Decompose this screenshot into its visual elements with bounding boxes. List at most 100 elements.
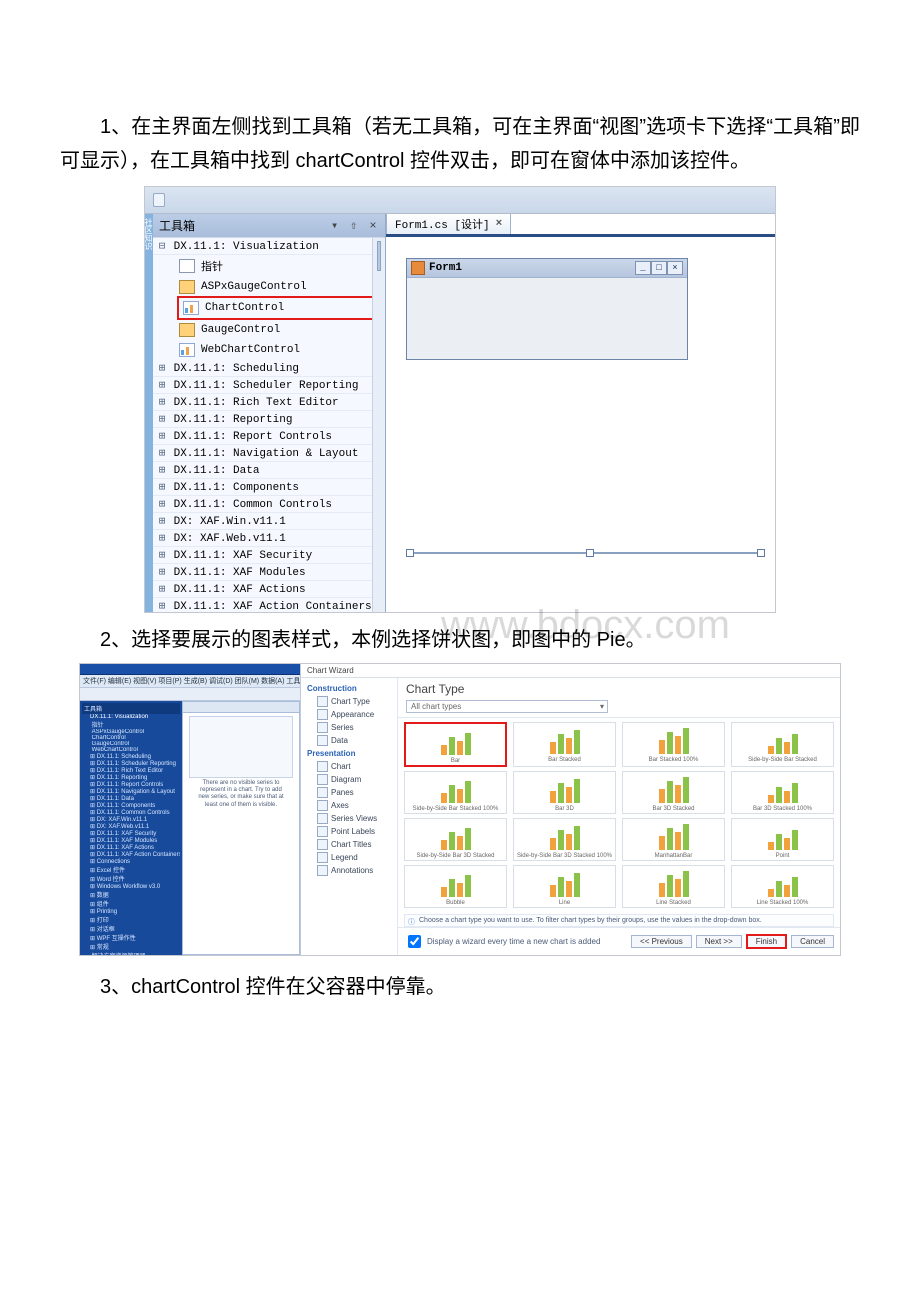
- toolbox-group[interactable]: DX.11.1: Components: [153, 479, 385, 496]
- mini-toolbox-group[interactable]: ⊞ WPF 互操作性: [82, 933, 180, 942]
- toolbox-group[interactable]: DX.11.1: XAF Modules: [153, 564, 385, 581]
- nav-item[interactable]: Axes: [301, 799, 397, 812]
- show-wizard-checkbox[interactable]: Display a wizard every time a new chart …: [404, 932, 600, 951]
- chart-type-tile[interactable]: Side-by-Side Bar 3D Stacked: [404, 818, 507, 861]
- toolbox-group[interactable]: DX.11.1: Reporting: [153, 411, 385, 428]
- chart-type-tile[interactable]: Line Stacked: [622, 865, 725, 908]
- mini-toolbox-group[interactable]: ⊞ Excel 控件: [82, 865, 180, 874]
- nav-item[interactable]: Series: [301, 721, 397, 734]
- finish-button[interactable]: Finish: [746, 934, 787, 949]
- toolbox-group[interactable]: DX.11.1: Report Controls: [153, 428, 385, 445]
- toolbox-dropdown-icon[interactable]: ▾: [329, 218, 341, 233]
- nav-item[interactable]: Chart Type: [301, 695, 397, 708]
- nav-item[interactable]: Diagram: [301, 773, 397, 786]
- mini-toolbox-group[interactable]: ⊞ DX.11.1: Components: [82, 802, 180, 809]
- nav-item[interactable]: Appearance: [301, 708, 397, 721]
- toolbox-title-bar[interactable]: 工具箱 ▾ ⇧ ×: [153, 214, 385, 237]
- nav-item[interactable]: Point Labels: [301, 825, 397, 838]
- designer-surface[interactable]: Form1.cs [设计] × Form1 _ □ ×: [386, 214, 775, 612]
- nav-item[interactable]: Data: [301, 734, 397, 747]
- cancel-button[interactable]: Cancel: [791, 935, 834, 948]
- chart-type-tile[interactable]: Bubble: [404, 865, 507, 908]
- form-designer-window[interactable]: Form1 _ □ ×: [406, 258, 688, 360]
- chart-type-tile[interactable]: Bar: [404, 722, 507, 767]
- toolbox-group-visualization[interactable]: DX.11.1: Visualization: [153, 238, 385, 255]
- nav-item[interactable]: Panes: [301, 786, 397, 799]
- mini-toolbox-group[interactable]: ⊞ 组件: [82, 899, 180, 908]
- toolbox-group[interactable]: DX.11.1: Scheduling: [153, 360, 385, 377]
- mini-toolbox-group[interactable]: ⊞ Printing: [82, 908, 180, 915]
- chart-type-tile[interactable]: Bar Stacked: [513, 722, 616, 767]
- mini-toolbox-group[interactable]: ⊞ 常规: [82, 942, 180, 951]
- close-icon[interactable]: ×: [667, 261, 683, 275]
- mini-toolbox-group[interactable]: ⊞ DX.11.1: Navigation & Layout: [82, 788, 180, 795]
- toolbox-group[interactable]: DX.11.1: Scheduler Reporting: [153, 377, 385, 394]
- toolbox-group[interactable]: DX: XAF.Win.v11.1: [153, 513, 385, 530]
- prev-button[interactable]: << Previous: [631, 935, 692, 948]
- mini-toolbox-group[interactable]: ⊞ DX.11.1: Rich Text Editor: [82, 767, 180, 774]
- chart-type-tile[interactable]: Bar 3D: [513, 771, 616, 814]
- mini-toolbox-group[interactable]: ⊞ DX.11.1: Data: [82, 795, 180, 802]
- chart-type-tile[interactable]: Side-by-Side Bar Stacked 100%: [404, 771, 507, 814]
- mini-toolbox-group[interactable]: ⊞ DX.11.1: Scheduling: [82, 753, 180, 760]
- chart-type-tile[interactable]: Bar 3D Stacked: [622, 771, 725, 814]
- mini-toolbox-group[interactable]: ⊞ Windows Workflow v3.0: [82, 883, 180, 890]
- toolbox-group[interactable]: DX: XAF.Web.v11.1: [153, 530, 385, 547]
- chart-type-tile[interactable]: Point: [731, 818, 834, 861]
- maximize-icon[interactable]: □: [651, 261, 667, 275]
- chart-type-filter-dropdown[interactable]: All chart types: [406, 700, 608, 713]
- chart-type-tile[interactable]: Line: [513, 865, 616, 908]
- nav-item[interactable]: Series Views: [301, 812, 397, 825]
- chart-type-tile[interactable]: Bar Stacked 100%: [622, 722, 725, 767]
- minimize-icon[interactable]: _: [635, 261, 651, 275]
- chart-type-tile[interactable]: Line Stacked 100%: [731, 865, 834, 908]
- chart-type-tile[interactable]: Side-by-Side Bar Stacked: [731, 722, 834, 767]
- toolbox-pin-icon[interactable]: ⇧: [348, 218, 360, 233]
- mini-toolbox-group[interactable]: ⊞ Word 控件: [82, 874, 180, 883]
- vs-toolbar[interactable]: [80, 688, 300, 701]
- mini-toolbox-group[interactable]: ⊞ Connections: [82, 858, 180, 865]
- mini-toolbox-group[interactable]: ⊞ DX: XAF.Web.v11.1: [82, 823, 180, 830]
- mini-toolbox-group[interactable]: ⊞ DX.11.1: Report Controls: [82, 781, 180, 788]
- mini-toolbox-group[interactable]: ⊞ DX.11.1: XAF Modules: [82, 837, 180, 844]
- mini-toolbox-group[interactable]: ⊞ 打印: [82, 915, 180, 924]
- nav-item[interactable]: Annotations: [301, 864, 397, 877]
- toolbox-group[interactable]: DX.11.1: Rich Text Editor: [153, 394, 385, 411]
- mini-toolbox-group[interactable]: ⊞ DX: XAF.Win.v11.1: [82, 816, 180, 823]
- toolbox-group[interactable]: DX.11.1: Data: [153, 462, 385, 479]
- toolbox-group[interactable]: DX.11.1: Navigation & Layout: [153, 445, 385, 462]
- toolbox-scrollbar[interactable]: [372, 238, 385, 612]
- mini-toolbox-group[interactable]: ⊞ DX.11.1: XAF Actions: [82, 844, 180, 851]
- chart-type-tile[interactable]: Side-by-Side Bar 3D Stacked 100%: [513, 818, 616, 861]
- toolbox-group[interactable]: DX.11.1: XAF Actions: [153, 581, 385, 598]
- mini-toolbox-group[interactable]: ⊞ DX.11.1: Common Controls: [82, 809, 180, 816]
- nav-item[interactable]: Legend: [301, 851, 397, 864]
- toolbox-group[interactable]: DX.11.1: XAF Action Containers: [153, 598, 385, 612]
- document-tab[interactable]: Form1.cs [设计] ×: [386, 214, 511, 235]
- toolbox-item-pointer[interactable]: 指针: [175, 255, 385, 277]
- nav-item[interactable]: Chart: [301, 760, 397, 773]
- mini-toolbox-item[interactable]: 解决方案资源管理器: [82, 951, 180, 955]
- mini-toolbox-group[interactable]: ⊞ DX.11.1: Scheduler Reporting: [82, 760, 180, 767]
- next-button[interactable]: Next >>: [696, 935, 742, 948]
- toolbox-item-chartcontrol[interactable]: ChartControl: [179, 298, 381, 318]
- mini-toolbox-group[interactable]: ⊞ 数据: [82, 890, 180, 899]
- toolbox-item-gaugecontrol[interactable]: GaugeControl: [175, 320, 385, 340]
- toolbox-item-webchartcontrol[interactable]: WebChartControl: [175, 340, 385, 360]
- toolbox-item-aspxgauge[interactable]: ASPxGaugeControl: [175, 277, 385, 297]
- toolbox-group[interactable]: DX.11.1: Common Controls: [153, 496, 385, 513]
- chart-type-tile[interactable]: ManhattanBar: [622, 818, 725, 861]
- vs-menubar[interactable]: 文件(F) 编辑(E) 视图(V) 项目(P) 生成(B) 调试(D) 团队(M…: [80, 675, 300, 688]
- toolbox-close-icon[interactable]: ×: [367, 219, 379, 233]
- nav-item[interactable]: Chart Titles: [301, 838, 397, 851]
- mini-toolbox-item[interactable]: 指针: [82, 720, 180, 729]
- mini-toolbox-group[interactable]: ⊞ 对话框: [82, 924, 180, 933]
- mini-toolbox-group[interactable]: ⊞ DX.11.1: XAF Security: [82, 830, 180, 837]
- chart-type-tile[interactable]: Bar 3D Stacked 100%: [731, 771, 834, 814]
- toolbox-group[interactable]: DX.11.1: XAF Security: [153, 547, 385, 564]
- resize-track[interactable]: [406, 552, 765, 554]
- mini-toolbox-group[interactable]: ⊞ DX.11.1: XAF Action Containers: [82, 851, 180, 858]
- mini-toolbox-group[interactable]: ⊞ DX.11.1: Reporting: [82, 774, 180, 781]
- close-icon[interactable]: ×: [496, 218, 503, 230]
- vs-toolbox-mini[interactable]: 工具箱 DX.11.1: Visualization 指针 ASPxGaugeC…: [80, 701, 182, 955]
